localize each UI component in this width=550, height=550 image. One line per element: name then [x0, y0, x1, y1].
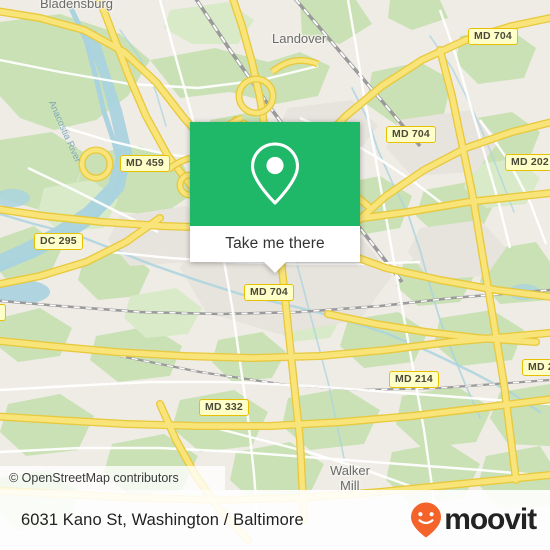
road-shield-md-2-partial[interactable]: MD 2 — [522, 359, 550, 376]
moovit-logo[interactable]: moovit — [409, 501, 537, 539]
road-shield-md-459[interactable]: MD 459 — [120, 155, 170, 172]
attribution-text: © OpenStreetMap contributors — [9, 471, 179, 485]
callout-icon-area — [190, 122, 360, 226]
road-shield-md-332[interactable]: MD 332 — [199, 399, 249, 416]
map-pin-icon — [250, 142, 300, 205]
callout-pointer-tail — [264, 262, 286, 273]
map-attribution[interactable]: © OpenStreetMap contributors — [0, 466, 225, 490]
place-label-bladensburg: Bladensburg — [40, 0, 113, 11]
road-shield-md-704-center[interactable]: MD 704 — [244, 284, 294, 301]
place-label-walker: Walker — [330, 463, 370, 478]
moovit-pin-smiley-icon — [411, 502, 442, 538]
road-shield-md-704-upper[interactable]: MD 704 — [386, 126, 436, 143]
place-label-landover: Landover — [272, 31, 327, 46]
address-label: 6031 Kano St, Washington / Baltimore — [21, 510, 304, 529]
map-screen: Anacostia River Bladensburg Landover Wal… — [0, 0, 550, 550]
callout-action-area[interactable]: Take me there — [190, 226, 360, 273]
moovit-wordmark: moovit — [444, 503, 537, 536]
road-shield-dc-295[interactable]: DC 295 — [34, 233, 83, 250]
bottom-info-bar: 6031 Kano St, Washington / Baltimore moo… — [0, 490, 550, 550]
road-shield-partial-5[interactable]: 5 — [0, 304, 7, 321]
road-shield-md-214[interactable]: MD 214 — [389, 371, 439, 388]
location-callout-card[interactable]: Take me there — [190, 122, 360, 273]
road-shield-md-704-north[interactable]: MD 704 — [468, 28, 518, 45]
road-shield-md-202[interactable]: MD 202 — [505, 154, 550, 171]
take-me-there-label: Take me there — [225, 235, 325, 252]
